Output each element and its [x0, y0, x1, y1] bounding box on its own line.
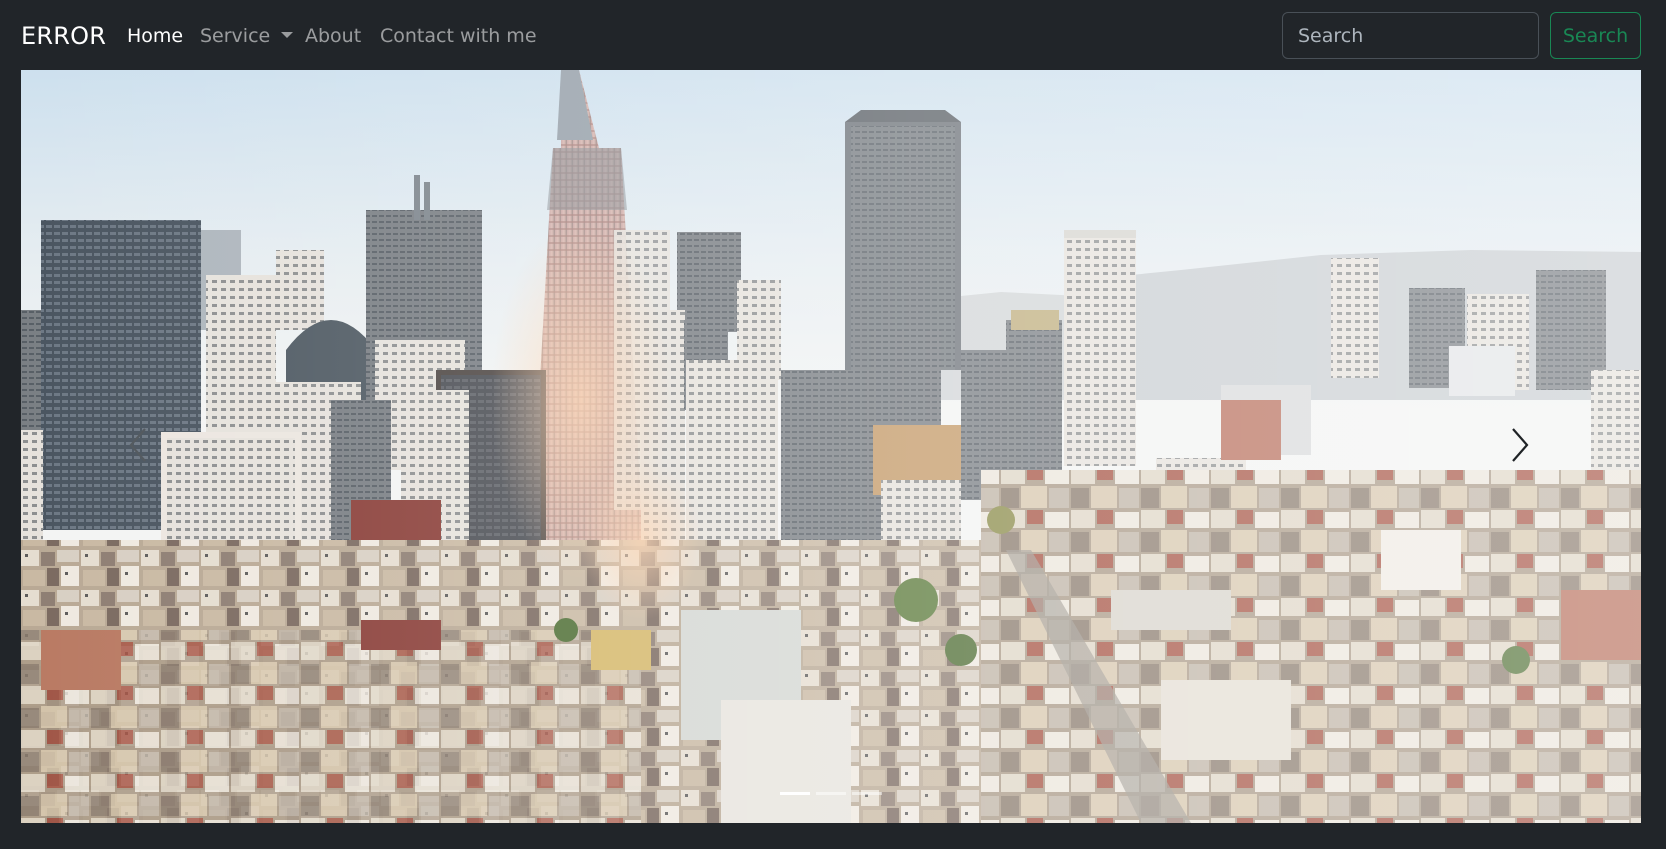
navbar: ERROR Home Service About Contact with me…	[0, 0, 1666, 70]
carousel-indicators	[21, 792, 1641, 795]
search-input[interactable]	[1282, 12, 1539, 59]
carousel-indicator[interactable]	[780, 792, 810, 795]
nav-link-about[interactable]: About	[305, 21, 361, 51]
city-skyline-image	[21, 70, 1641, 823]
nav-link-contact[interactable]: Contact with me	[380, 21, 537, 51]
search-button[interactable]: Search	[1550, 12, 1641, 59]
carousel-next-button[interactable]	[1401, 70, 1641, 823]
nav-link-home[interactable]: Home	[127, 21, 183, 51]
caret-down-icon	[281, 32, 294, 38]
nav-dropdown-service[interactable]: Service	[200, 21, 294, 51]
carousel-indicator[interactable]	[852, 792, 882, 795]
brand[interactable]: ERROR	[21, 18, 106, 54]
carousel-indicator[interactable]	[816, 792, 846, 795]
chevron-left-icon	[129, 428, 146, 462]
nav-dropdown-service-label: Service	[200, 25, 271, 47]
carousel-prev-button[interactable]	[21, 70, 261, 823]
hero-carousel[interactable]	[21, 70, 1641, 823]
chevron-right-icon	[1512, 428, 1529, 462]
